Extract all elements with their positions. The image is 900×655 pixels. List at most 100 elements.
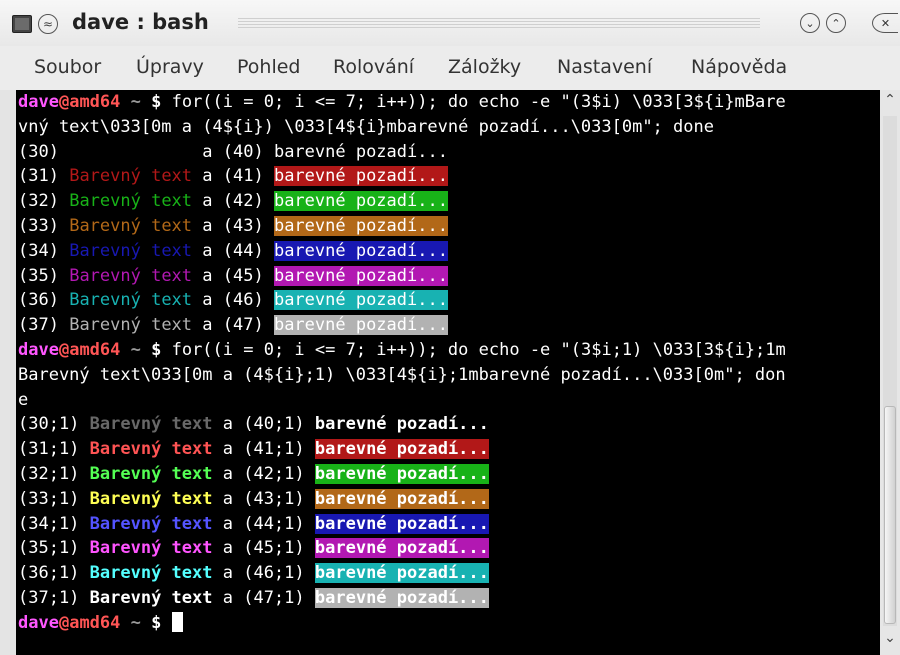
colored-text: Barevný text [89, 439, 213, 460]
prompt-at: @ [58, 92, 70, 112]
prompt-host: amd64 [69, 612, 121, 633]
pin-icon[interactable]: ≈ [38, 14, 58, 34]
command-text: for((i = 0; i <= 7; i++)); do echo -e "(… [161, 92, 786, 112]
color-code: (30;1) [18, 414, 80, 435]
color-code: (34) [18, 240, 59, 261]
color-row: (35;1) Barevný text a (45;1) barevné poz… [16, 536, 880, 561]
color-row: (33;1) Barevný text a (43;1) barevné poz… [16, 487, 880, 512]
color-code: (36) [18, 290, 59, 311]
color-code: (35;1) [18, 538, 80, 559]
color-code: (35) [18, 265, 59, 286]
separator-text: a [212, 563, 244, 584]
chevron-up-icon: ⌃ [831, 16, 841, 30]
color-code: (32) [18, 191, 59, 212]
scroll-track[interactable] [883, 116, 897, 626]
terminal-window: ≈ dave : bash ⌄ ⌃ ✕ Soubor Úpravy Pohled… [0, 0, 900, 655]
chevron-down-icon: ⌄ [884, 630, 896, 646]
separator-text: a [192, 166, 223, 187]
color-row: (31;1) Barevný text a (41;1) barevné poz… [16, 437, 880, 462]
prompt-sign: $ [151, 339, 162, 360]
prompt-at: @ [58, 339, 70, 360]
close-button[interactable]: ✕ [872, 13, 898, 33]
menu-soubor[interactable]: Soubor [34, 56, 101, 78]
separator-text: a [212, 513, 244, 534]
color-row: (35) Barevný text a (45) barevné pozadí.… [16, 264, 880, 289]
bg-code: (42) [222, 191, 264, 212]
color-row: (32;1) Barevný text a (42;1) barevné poz… [16, 462, 880, 487]
terminal-output[interactable]: dave@amd64 ~ $ for((i = 0; i <= 7; i++))… [16, 90, 880, 655]
color-row: (30) Barevný text a (40) barevné pozadí.… [16, 140, 880, 165]
bg-code: (41;1) [243, 439, 305, 460]
colored-text: Barevný text [89, 538, 213, 559]
separator-text: a [192, 315, 223, 336]
separator-text: a [212, 488, 244, 509]
colored-background-text: barevné pozadí... [273, 141, 448, 162]
separator-text: a [192, 290, 223, 311]
colored-background-text: barevné pozadí... [314, 538, 489, 559]
bg-code: (43;1) [243, 488, 305, 509]
prompt-line: dave@amd64 ~ $ [16, 611, 880, 636]
scroll-up-button[interactable]: ⌃ [882, 92, 898, 112]
colored-background-text: barevné pozadí... [273, 191, 448, 212]
scroll-thumb[interactable] [884, 406, 896, 624]
title-bar-decoration [238, 18, 760, 29]
bg-code: (44;1) [243, 513, 305, 534]
color-code: (31) [18, 166, 59, 187]
menu-pohled[interactable]: Pohled [237, 56, 300, 78]
terminal-icon[interactable] [12, 15, 32, 33]
color-row: (36;1) Barevný text a (46;1) barevné poz… [16, 561, 880, 586]
scroll-down-button[interactable]: ⌄ [882, 630, 898, 650]
menu-rolovani[interactable]: Rolování [333, 56, 414, 78]
prompt-at: @ [58, 612, 70, 633]
bg-code: (41) [222, 166, 264, 187]
color-row: (31) Barevný text a (41) barevné pozadí.… [16, 164, 880, 189]
color-code: (33;1) [18, 488, 80, 509]
chevron-up-icon: ⌃ [884, 92, 896, 108]
colored-text: Barevný text [69, 315, 193, 336]
bg-code: (47) [222, 315, 264, 336]
colored-background-text: barevné pozadí... [273, 215, 448, 236]
separator-text: a [212, 587, 244, 608]
bg-code: (43) [222, 215, 264, 236]
menu-napoveda[interactable]: Nápověda [691, 56, 787, 78]
colored-background-text: barevné pozadí... [314, 513, 489, 534]
scrollbar[interactable]: ⌃ ⌄ [880, 90, 900, 655]
bg-code: (46) [222, 290, 264, 311]
colored-background-text: barevné pozadí... [273, 166, 448, 187]
command-line: dave@amd64 ~ $ for((i = 0; i <= 7; i++))… [16, 338, 880, 363]
maximize-button[interactable]: ⌃ [826, 13, 846, 33]
separator-text: a [212, 439, 244, 460]
command-line-wrap: Barevný text\033[0m a (4${i};1) \033[4${… [18, 364, 786, 385]
minimize-button[interactable]: ⌄ [800, 13, 820, 33]
colored-background-text: barevné pozadí... [314, 488, 489, 509]
prompt-path: ~ [120, 339, 152, 360]
bg-code: (44) [222, 240, 264, 261]
colored-text: Barevný text [69, 265, 193, 286]
colored-background-text: barevné pozadí... [273, 315, 448, 336]
close-icon: ✕ [880, 16, 891, 30]
color-row: (37;1) Barevný text a (47;1) barevné poz… [16, 586, 880, 611]
separator-text: a [192, 240, 223, 261]
separator-text: a [212, 414, 244, 435]
bg-code: (47;1) [243, 587, 305, 608]
menu-nastaveni[interactable]: Nastavení [557, 56, 652, 78]
colored-background-text: barevné pozadí... [273, 240, 448, 261]
menu-bar: Soubor Úpravy Pohled Rolování Záložky Na… [0, 46, 900, 90]
bg-code: (45;1) [243, 538, 305, 559]
menu-upravy[interactable]: Úpravy [136, 56, 204, 78]
prompt-sign: $ [151, 612, 162, 633]
menu-zalozky[interactable]: Záložky [448, 56, 521, 78]
bg-code: (40;1) [243, 414, 305, 435]
colored-text: Barevný text [89, 488, 213, 509]
colored-text: Barevný text [69, 191, 193, 212]
title-bar[interactable]: ≈ dave : bash ⌄ ⌃ ✕ [0, 0, 900, 47]
bg-code: (46;1) [243, 563, 305, 584]
prompt-path: ~ [120, 92, 152, 112]
colored-background-text: barevné pozadí... [314, 439, 489, 460]
separator-text: a [192, 265, 223, 286]
prompt-sign: $ [151, 92, 162, 112]
color-code: (30) [18, 141, 59, 162]
colored-background-text: barevné pozadí... [314, 587, 489, 608]
prompt-user: dave [18, 612, 59, 633]
bg-code: (45) [222, 265, 264, 286]
